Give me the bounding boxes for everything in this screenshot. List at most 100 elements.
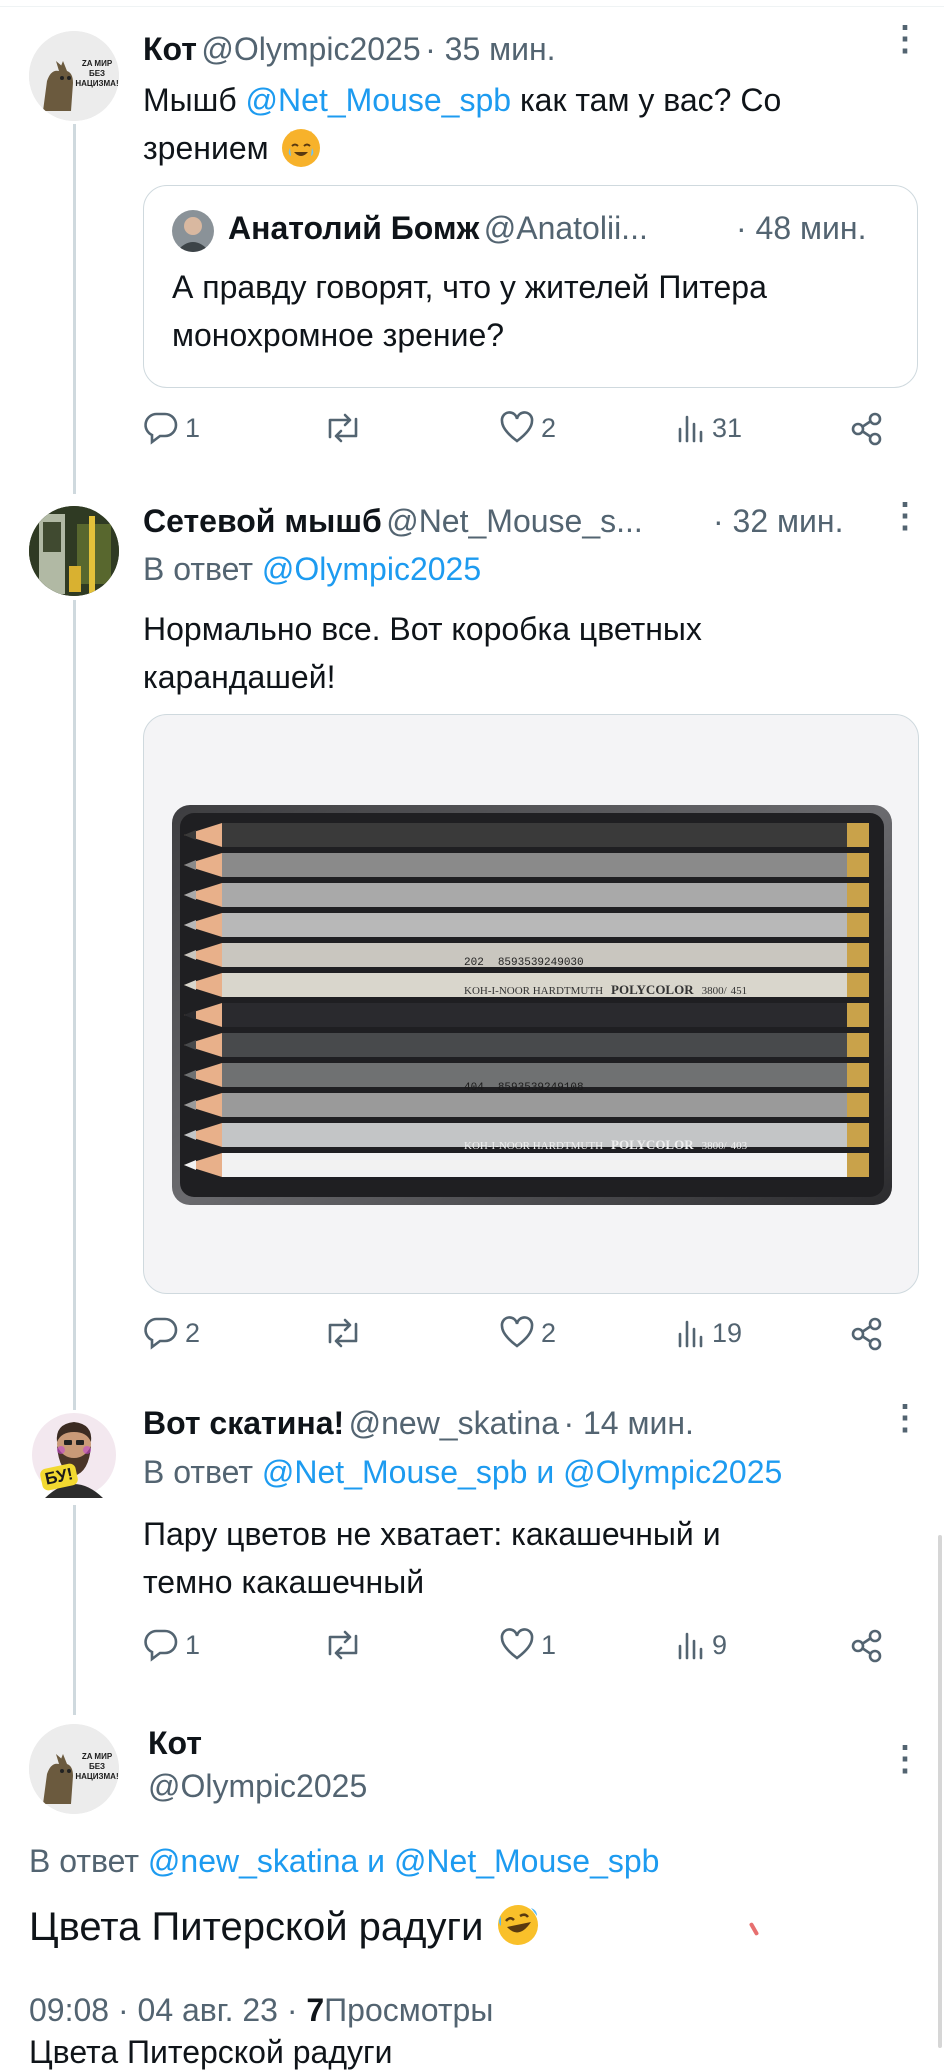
more-icon[interactable]: ⋮ [888,499,922,533]
reply-button[interactable]: 2 [143,1316,200,1350]
repost-button[interactable] [323,1628,369,1662]
reply-icon [144,1317,178,1350]
timestamp[interactable]: 09:08 · 04 авг. 23 · [29,1992,297,2028]
reply-icon [144,1629,178,1662]
author-name[interactable]: Сетевой мышб [143,503,382,539]
avatar-caption: ZA МИР БЕЗ НАЦИЗМА! [75,59,119,88]
quote-author-handle: @Anatolii... [483,210,648,246]
tweet-text: Пару цветов не хватает: какашечный и тем… [143,1516,721,1600]
thread-line [73,1505,76,1715]
like-button[interactable]: 1 [499,1628,556,1662]
repost-icon [328,413,358,443]
quoted-tweet[interactable]: Анатолий Бомж @Anatolii... · 48 мин. А п… [143,185,918,388]
main-author-handle[interactable]: @Olympic2025 [148,1768,367,1805]
views-count: 9 [712,1629,728,1660]
quote-header: Анатолий Бомж @Anatolii... [228,210,648,247]
author-name[interactable]: Кот [143,31,197,67]
share-icon [851,1629,882,1663]
pencil-cap [847,1063,869,1087]
tweet-actions: 1 1 9 [143,1628,903,1672]
reply-context: В ответ @Net_Mouse_spb и @Olympic2025 [143,1454,783,1490]
bearded-man-avatar-image [32,1413,116,1498]
like-icon [500,411,534,443]
pencil [222,823,847,847]
share-button[interactable] [849,1316,885,1352]
quote-author-name: Анатолий Бомж [228,210,480,246]
views-icon [678,415,703,443]
pencil [222,913,847,937]
more-icon[interactable]: ⋮ [888,1742,922,1776]
tweet-actions: 2 2 19 [143,1316,903,1360]
pencil [222,1003,847,1027]
bus-avatar-image [29,506,119,596]
tweet-header: Вот скатина! @new_skatina · 14 мин. [143,1405,694,1442]
repost-icon [328,1318,358,1348]
pencil-cap [847,973,869,997]
crying-laughing-cat-emoji [281,129,320,167]
avatar-olympic[interactable]: ZA МИР БЕЗ НАЦИЗМА! [29,31,119,121]
pencil [222,1093,847,1117]
pencil-cap [847,1153,869,1177]
author-name[interactable]: Вот скатина! [143,1405,344,1441]
pencil-cap [847,1093,869,1117]
avatar-caption: ZA МИР БЕЗ НАЦИЗМА! [75,1752,119,1781]
reply-to-link[interactable]: @Olympic2025 [563,1454,782,1490]
reply-button[interactable]: 1 [143,411,200,445]
views-button[interactable]: 9 [676,1628,727,1662]
pencil-cap [847,913,869,937]
pencil [222,1153,847,1177]
rolling-laughing-emoji [495,1902,541,1948]
pencil-label: 202 8593539249030 [464,957,584,969]
avatar-new-skatina[interactable]: БУ! [29,1410,119,1500]
views-label: Просмотры [324,1992,494,2028]
more-icon[interactable]: ⋮ [888,1401,922,1435]
views-icon [678,1632,703,1660]
mention-link[interactable]: @Net_Mouse_spb [246,82,512,118]
author-handle[interactable]: @Net_Mouse_s... [386,503,643,539]
tweet-time[interactable]: · 14 мин. [563,1405,693,1441]
reply-to-link[interactable]: @Olympic2025 [262,551,481,587]
reply-to-link[interactable]: @Net_Mouse_spb [262,1454,528,1490]
tweet-text: Мышб @Net_Mouse_spb как там у вас? Со зр… [143,82,782,167]
pencil-box-image: 202 8593539249030 KOH-I-NOOR HARDTMUTH POL… [172,805,892,1205]
reply-context: В ответ @Olympic2025 [143,551,482,587]
views-button[interactable]: 19 [676,1316,742,1350]
pencil-label: 404 8593539249108 [464,1082,584,1094]
quote-time: · 48 мин. [736,210,867,246]
pencil-cap [847,853,869,877]
more-icon[interactable]: ⋮ [888,22,922,56]
thread-line [73,600,76,1410]
avatar-net-mouse[interactable] [29,506,119,596]
repost-button[interactable] [323,1316,369,1350]
tweet-header: Кот @Olympic2025 · 35 мин. [143,31,556,68]
pencil-cap [847,1003,869,1027]
like-button[interactable]: 2 [499,411,556,445]
share-button[interactable] [849,411,885,447]
author-handle[interactable]: @new_skatina [349,1405,559,1441]
views-button[interactable]: 31 [676,411,742,445]
reply-button[interactable]: 1 [143,1628,200,1662]
avatar-olympic[interactable]: ZA МИР БЕЗ НАЦИЗМА! [29,1724,119,1814]
author-handle[interactable]: @Olympic2025 [201,31,420,67]
like-count: 2 [541,1317,557,1348]
pencil [222,1033,847,1057]
reply-join: и [367,1843,386,1879]
reply-to-link[interactable]: @new_skatina [148,1843,358,1879]
quote-avatar [172,210,214,252]
like-icon [500,1316,534,1348]
tweet-time[interactable]: · 35 мин. [425,31,555,67]
pencil-cap [847,1123,869,1147]
main-tweet-text: Цвета Питерской радуги [29,1902,541,1950]
repost-button[interactable] [323,411,369,445]
reply-icon [144,412,178,445]
share-button[interactable] [849,1628,885,1664]
main-author-name[interactable]: Кот [148,1725,202,1762]
like-button[interactable]: 2 [499,1316,556,1350]
pencils-photo[interactable]: 202 8593539249030 KOH-I-NOOR HARDTMUTH POL… [143,714,919,1294]
reply-to-link[interactable]: @Net_Mouse_spb [394,1843,660,1879]
reply-count: 2 [185,1317,201,1348]
tweet-time[interactable]: · 32 мин. [713,503,843,540]
scrollbar[interactable] [938,1535,942,2048]
share-icon [851,412,882,446]
pencil [222,883,847,907]
